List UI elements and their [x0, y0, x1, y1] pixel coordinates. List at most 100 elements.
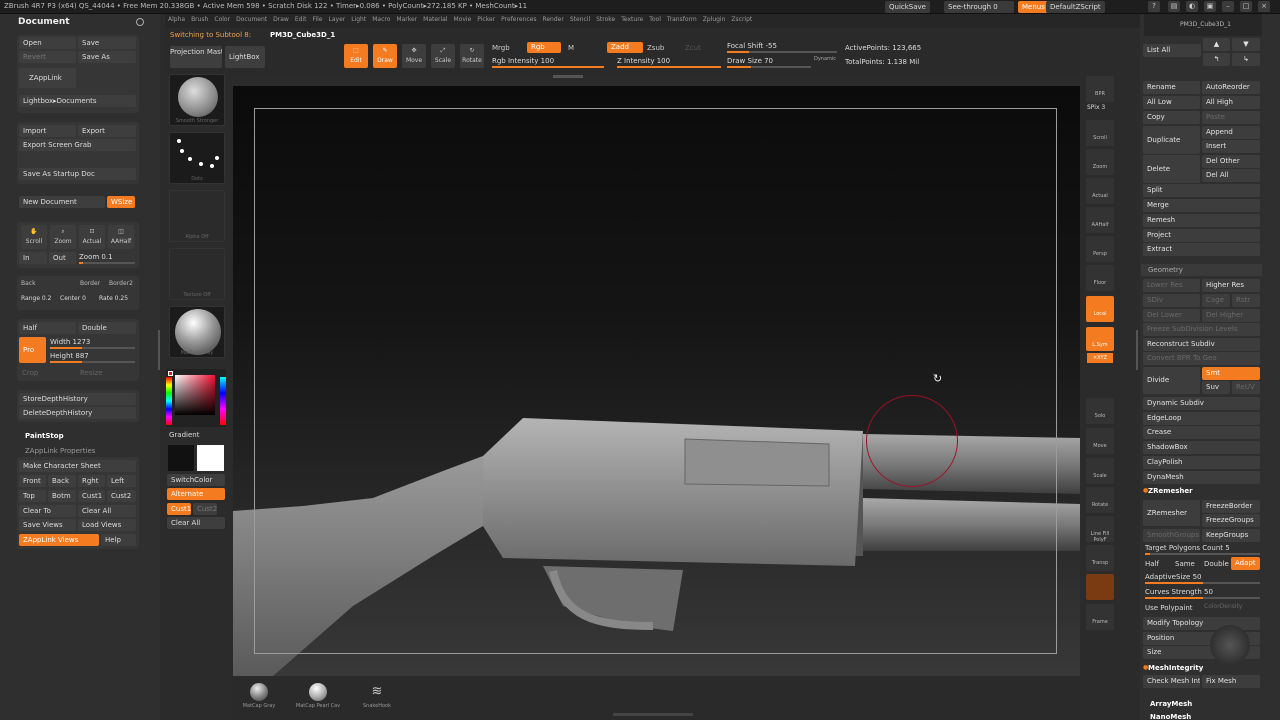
- projection-master-button[interactable]: Projection Master: [170, 46, 222, 68]
- same-target-button[interactable]: Same: [1175, 560, 1195, 568]
- save-views-button[interactable]: Save Views: [19, 519, 76, 531]
- menu-zscript[interactable]: Zscript: [731, 16, 752, 23]
- adaptive-size-slider[interactable]: AdaptiveSize 50: [1145, 572, 1260, 584]
- color-picker[interactable]: [166, 369, 226, 427]
- see-through-slider[interactable]: See-through 0: [944, 1, 1014, 13]
- snakehook-brush-slot[interactable]: ≋ SnakeHook: [355, 681, 399, 711]
- export-screen-grab-button[interactable]: Export Screen Grab: [19, 139, 136, 151]
- remesh-button[interactable]: Remesh: [1143, 214, 1260, 227]
- secondary-color-swatch[interactable]: [197, 445, 224, 471]
- copy-button[interactable]: Copy: [1143, 111, 1200, 124]
- arrow-up-icon[interactable]: ▲: [1203, 38, 1230, 51]
- color-square[interactable]: [175, 375, 215, 415]
- lsym-button[interactable]: L.Sym: [1086, 327, 1114, 351]
- extract-button[interactable]: Extract: [1143, 243, 1260, 256]
- menu-color[interactable]: Color: [214, 16, 230, 23]
- actual-view-button[interactable]: Actual: [1086, 178, 1114, 204]
- project-button[interactable]: Project: [1143, 229, 1260, 242]
- m-button[interactable]: M: [568, 44, 574, 52]
- view-cust2-button[interactable]: Cust2: [107, 490, 136, 502]
- menu-alpha[interactable]: Alpha: [168, 16, 185, 23]
- spix-slider[interactable]: SPix 3: [1087, 104, 1105, 111]
- cage-button[interactable]: Cage: [1202, 294, 1230, 307]
- fix-mesh-button[interactable]: Fix Mesh: [1202, 675, 1260, 688]
- all-high-button[interactable]: All High: [1202, 96, 1260, 109]
- delete-button[interactable]: Delete: [1143, 155, 1200, 183]
- dynamesh-subpalette[interactable]: DynaMesh: [1143, 471, 1260, 484]
- scroll-button[interactable]: ✋ Scroll: [21, 225, 47, 249]
- default-zscript-button[interactable]: DefaultZScript: [1046, 1, 1105, 13]
- rename-button[interactable]: Rename: [1143, 81, 1200, 94]
- paintstop-subpalette[interactable]: PaintStop: [25, 432, 64, 440]
- texture-thumbnail[interactable]: Texture Off: [169, 248, 225, 300]
- menu-preferences[interactable]: Preferences: [501, 16, 536, 23]
- pro-button[interactable]: Pro: [19, 337, 46, 363]
- z-intensity-slider[interactable]: Z Intensity 100: [617, 56, 721, 68]
- left-panel-splitter[interactable]: [158, 330, 160, 370]
- persp-button[interactable]: Persp: [1086, 236, 1114, 262]
- modify-topology-subpalette[interactable]: Modify Topology: [1143, 617, 1260, 630]
- alternate-button[interactable]: Alternate: [167, 488, 225, 500]
- load-views-button[interactable]: Load Views: [78, 519, 136, 531]
- aahalf-button[interactable]: ◫ AAHalf: [108, 225, 134, 249]
- target-polygons-slider[interactable]: Target Polygons Count 5: [1145, 543, 1260, 555]
- help-icon[interactable]: ?: [1148, 1, 1160, 12]
- lower-res-button[interactable]: Lower Res: [1143, 279, 1200, 292]
- matcap-gray-slot[interactable]: MatCap Gray: [236, 681, 282, 711]
- color-density-slider[interactable]: ColorDensity: [1204, 603, 1242, 610]
- cust1-color-button[interactable]: Cust1: [167, 503, 191, 515]
- menus-toggle[interactable]: Menus: [1018, 1, 1049, 13]
- append-button[interactable]: Append: [1202, 126, 1260, 139]
- duplicate-button[interactable]: Duplicate: [1143, 126, 1200, 154]
- menu-picker[interactable]: Picker: [477, 16, 495, 23]
- dynamic-button[interactable]: Dynamic: [814, 56, 836, 62]
- del-other-button[interactable]: Del Other: [1202, 155, 1260, 168]
- rate-slider[interactable]: Rate 0.25: [99, 294, 137, 304]
- clear-to-button[interactable]: Clear To: [19, 505, 76, 517]
- new-document-button[interactable]: New Document: [19, 196, 105, 208]
- all-low-button[interactable]: All Low: [1143, 96, 1200, 109]
- del-higher-button[interactable]: Del Higher: [1202, 309, 1260, 322]
- bpr-button[interactable]: BPR: [1086, 76, 1114, 102]
- mrgb-button[interactable]: Mrgb: [492, 44, 510, 52]
- clear-all-button[interactable]: Clear All: [78, 505, 136, 517]
- color-icon[interactable]: ◐: [1186, 1, 1198, 12]
- curves-strength-slider[interactable]: Curves Strength 50: [1145, 587, 1260, 599]
- zoom-view-button[interactable]: Zoom: [1086, 149, 1114, 175]
- keep-groups-toggle[interactable]: KeepGroups: [1202, 529, 1260, 542]
- reconstruct-subdiv-button[interactable]: Reconstruct Subdiv: [1143, 338, 1260, 351]
- smt-toggle[interactable]: Smt: [1202, 367, 1260, 380]
- half-button[interactable]: Half: [19, 322, 76, 334]
- quicksave-button[interactable]: QuickSave: [885, 1, 930, 13]
- menu-macro[interactable]: Macro: [372, 16, 390, 23]
- scroll-view-button[interactable]: Scroll: [1086, 120, 1114, 146]
- lightbox-button[interactable]: LightBox: [225, 46, 265, 68]
- zcut-button[interactable]: Zcut: [685, 44, 701, 52]
- dynamic-subdiv-subpalette[interactable]: Dynamic Subdiv: [1143, 397, 1260, 410]
- stroke-thumbnail[interactable]: Dots: [169, 132, 225, 184]
- border-label[interactable]: Border: [80, 280, 100, 287]
- matcap-pearl-slot[interactable]: MatCap Pearl Cav: [288, 681, 348, 711]
- use-polypaint-toggle[interactable]: Use Polypaint: [1145, 604, 1193, 612]
- menu-stencil[interactable]: Stencil: [570, 16, 590, 23]
- freeze-groups-toggle[interactable]: FreezeGroups: [1202, 514, 1260, 527]
- polyf-button[interactable]: Line Fill PolyF: [1086, 516, 1114, 542]
- freeze-border-toggle[interactable]: FreezeBorder: [1202, 500, 1260, 513]
- cust2-color-button[interactable]: Cust2: [193, 503, 217, 515]
- hue-strip-right[interactable]: [220, 377, 226, 425]
- shelf-splitter[interactable]: [553, 75, 583, 78]
- scale-mode-button[interactable]: ⤢ Scale: [431, 44, 455, 68]
- make-character-sheet-button[interactable]: Make Character Sheet: [19, 460, 136, 472]
- delete-depth-history-button[interactable]: DeleteDepthHistory: [19, 407, 136, 419]
- zoom-in-button[interactable]: In: [19, 252, 47, 264]
- export-button[interactable]: Export: [78, 125, 136, 137]
- geometry-header[interactable]: Geometry: [1141, 264, 1262, 276]
- check-mesh-button[interactable]: Check Mesh Int: [1143, 675, 1200, 688]
- autoreorder-button[interactable]: AutoReorder: [1202, 81, 1260, 94]
- range-slider[interactable]: Range 0.2: [21, 294, 57, 304]
- menu-movie[interactable]: Movie: [454, 16, 472, 23]
- ghost-button[interactable]: [1086, 574, 1114, 600]
- width-slider[interactable]: Width 1273: [50, 337, 135, 349]
- move-view-button[interactable]: Move: [1086, 428, 1114, 454]
- crop-button[interactable]: Crop: [22, 369, 38, 377]
